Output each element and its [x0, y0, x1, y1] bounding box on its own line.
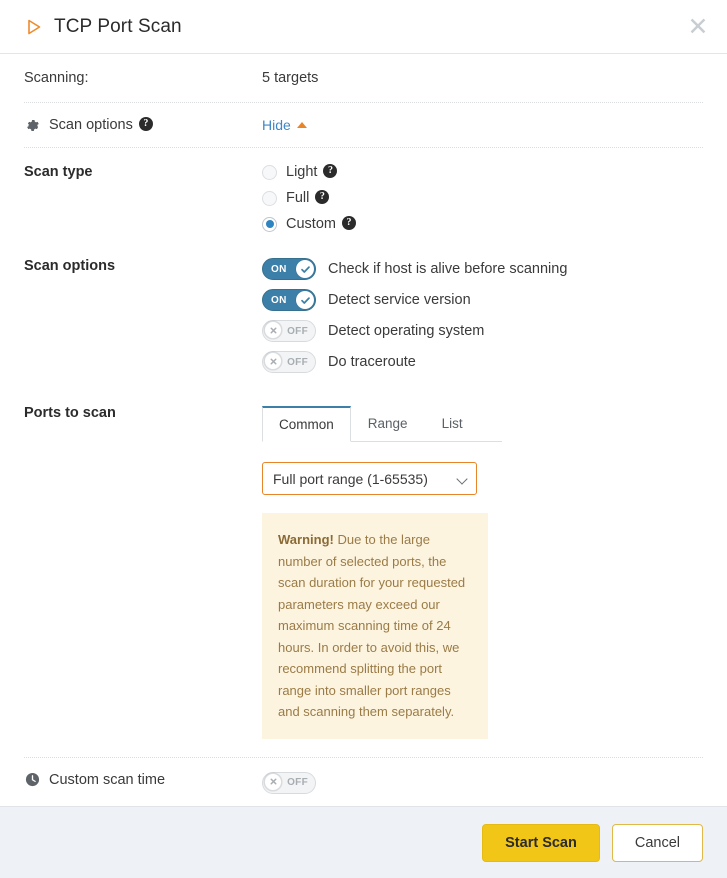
dialog-header: TCP Port Scan ✕	[0, 0, 727, 54]
help-icon-light[interactable]: ?	[323, 164, 337, 178]
dialog-footer: Start Scan Cancel	[0, 806, 727, 878]
help-icon-scan-options[interactable]: ?	[139, 117, 153, 131]
dialog-body: Scanning: 5 targets Scan options ? Hide	[0, 54, 727, 806]
radio-label-custom: Custom	[286, 216, 336, 232]
toggle-label-traceroute: Do traceroute	[328, 354, 416, 370]
toggle-service-version[interactable]: ON	[262, 289, 316, 311]
close-icon[interactable]: ✕	[685, 14, 711, 40]
toggle-detect-os[interactable]: OFF	[262, 320, 316, 342]
toggle-label-service-version: Detect service version	[328, 292, 471, 308]
tab-range[interactable]: Range	[351, 406, 425, 442]
tab-common[interactable]: Common	[262, 406, 351, 442]
custom-scan-time-row: Custom scan time OFF	[24, 758, 703, 807]
toggle-knob-x-icon	[264, 773, 282, 791]
toggle-row-host-alive: ON Check if host is alive before scannin…	[262, 258, 703, 280]
cancel-button[interactable]: Cancel	[612, 824, 703, 862]
toggle-knob-check-icon	[296, 291, 314, 309]
toggle-knob-x-icon	[264, 352, 282, 370]
toggle-label-host-alive: Check if host is alive before scanning	[328, 261, 567, 277]
play-triangle-icon	[24, 17, 44, 37]
scan-options-section-title: Scan options	[49, 117, 133, 133]
toggle-state-custom-scan-time: OFF	[287, 773, 308, 793]
toggle-label-detect-os: Detect operating system	[328, 323, 484, 339]
toggle-state-service-version: ON	[271, 290, 287, 310]
help-icon-full[interactable]: ?	[315, 190, 329, 204]
toggle-state-traceroute: OFF	[287, 352, 308, 372]
toggle-custom-scan-time[interactable]: OFF	[262, 772, 316, 794]
chevron-up-icon	[297, 122, 307, 128]
toggle-knob-check-icon	[296, 260, 314, 278]
scanning-value: 5 targets	[262, 70, 703, 86]
page-title: TCP Port Scan	[54, 16, 182, 38]
toggle-row-traceroute: OFF Do traceroute	[262, 351, 703, 373]
ports-to-scan-label: Ports to scan	[24, 405, 262, 421]
clock-icon	[24, 772, 40, 788]
custom-scan-time-value: OFF	[262, 772, 703, 794]
help-icon-custom[interactable]: ?	[342, 216, 356, 230]
radio-label-full: Full	[286, 190, 309, 206]
radio-label-light: Light	[286, 164, 317, 180]
tab-list[interactable]: List	[425, 406, 480, 442]
ports-to-scan-content: Common Range List Full port range (1-655…	[262, 405, 703, 739]
scan-options-toggles: ON Check if host is alive before scannin…	[262, 258, 703, 373]
hide-label: Hide	[262, 117, 291, 133]
radio-option-light[interactable]: Light ?	[262, 164, 703, 180]
radio-option-full[interactable]: Full ?	[262, 190, 703, 206]
port-range-warning: Warning! Due to the large number of sele…	[262, 513, 488, 739]
radio-custom[interactable]	[262, 217, 277, 232]
toggle-state-detect-os: OFF	[287, 321, 308, 341]
toggle-host-alive[interactable]: ON	[262, 258, 316, 280]
tcp-port-scan-dialog: TCP Port Scan ✕ Scanning: 5 targets Scan…	[0, 0, 727, 878]
scan-options-section-title-group: Scan options ?	[24, 117, 262, 133]
ports-to-scan-row: Ports to scan Common Range List Full por…	[24, 389, 703, 758]
scan-type-label: Scan type	[24, 164, 262, 180]
port-range-select-wrapper: Full port range (1-65535)	[262, 462, 477, 495]
scan-options-section-header: Scan options ? Hide	[24, 103, 703, 148]
ports-tabs: Common Range List	[262, 405, 502, 442]
scan-options-row: Scan options ON Check if host is alive b…	[24, 248, 703, 389]
toggle-state-host-alive: ON	[271, 259, 287, 279]
radio-full[interactable]	[262, 191, 277, 206]
hide-toggle-link[interactable]: Hide	[262, 117, 307, 133]
scan-type-options: Light ? Full ? Custom ?	[262, 164, 703, 232]
port-range-select[interactable]: Full port range (1-65535)	[262, 462, 477, 495]
toggle-traceroute[interactable]: OFF	[262, 351, 316, 373]
warning-text: Due to the large number of selected port…	[278, 532, 465, 719]
radio-light[interactable]	[262, 165, 277, 180]
scanning-label: Scanning:	[24, 70, 262, 86]
gear-icon	[24, 117, 40, 133]
custom-scan-time-label: Custom scan time	[49, 772, 165, 788]
warning-strong-label: Warning!	[278, 532, 334, 547]
toggle-row-detect-os: OFF Detect operating system	[262, 320, 703, 342]
scanning-row: Scanning: 5 targets	[24, 54, 703, 103]
toggle-row-service-version: ON Detect service version	[262, 289, 703, 311]
custom-scan-time-label-group: Custom scan time	[24, 772, 262, 788]
scan-options-label: Scan options	[24, 258, 262, 274]
radio-option-custom[interactable]: Custom ?	[262, 216, 703, 232]
start-scan-button[interactable]: Start Scan	[482, 824, 600, 862]
toggle-knob-x-icon	[264, 321, 282, 339]
scan-type-row: Scan type Light ? Full ? Custom ?	[24, 148, 703, 248]
